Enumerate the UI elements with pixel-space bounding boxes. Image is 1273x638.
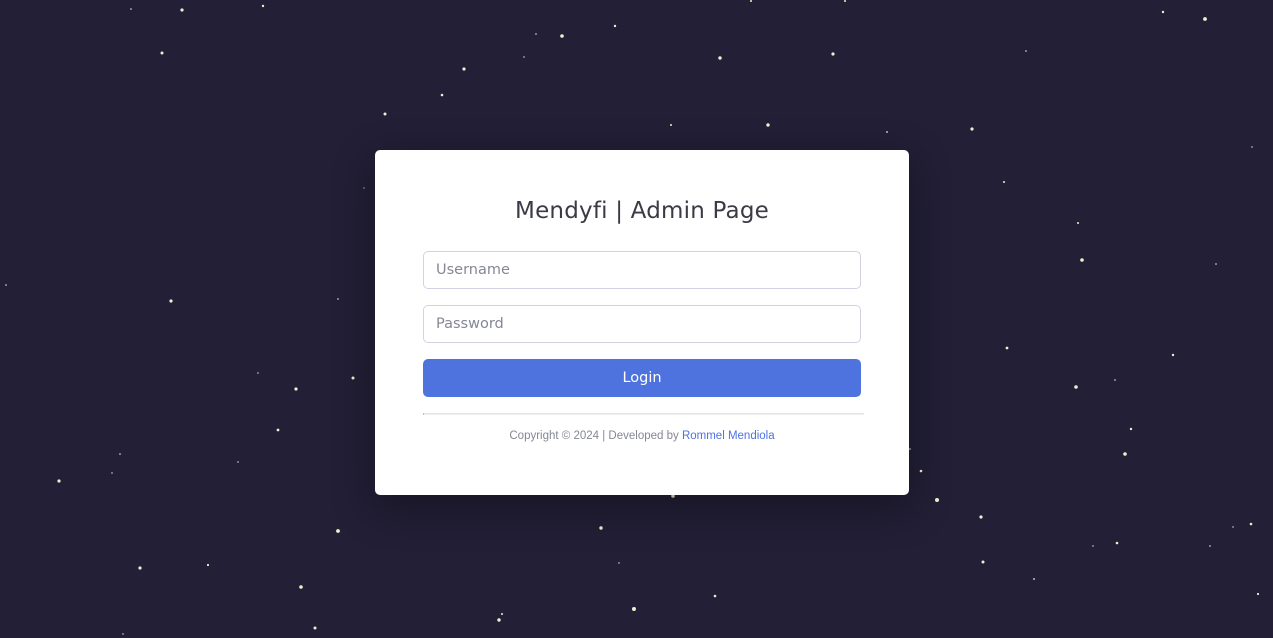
login-button[interactable]: Login	[423, 359, 861, 397]
divider	[423, 413, 864, 415]
password-input[interactable]	[423, 305, 861, 343]
login-card: Mendyfi | Admin Page Login Copyright © 2…	[375, 150, 909, 495]
developer-link[interactable]: Rommel Mendiola	[682, 430, 775, 442]
copyright-text: Copyright © 2024 | Developed by	[509, 430, 682, 442]
username-input[interactable]	[423, 251, 861, 289]
footer: Copyright © 2024 | Developed by Rommel M…	[375, 430, 909, 442]
page-title: Mendyfi | Admin Page	[515, 198, 769, 224]
